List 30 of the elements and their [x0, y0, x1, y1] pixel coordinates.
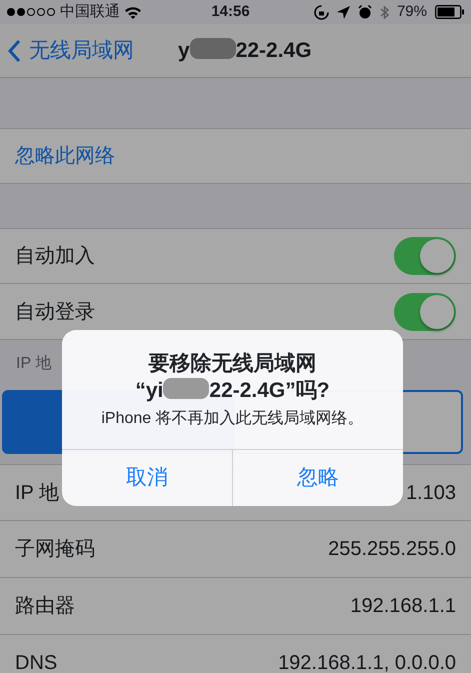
row-value: 192.168.1.1, 0.0.0.0: [278, 651, 456, 673]
status-time: 14:56: [210, 2, 251, 22]
nav-title: y 22-2.4G: [178, 36, 312, 64]
battery-icon: [435, 5, 465, 19]
signal-icon: [6, 7, 56, 17]
carrier-name: 中国联通: [60, 2, 120, 22]
row-label: 子网掩码: [15, 537, 95, 562]
setting-label: 自动登录: [15, 300, 95, 324]
alert-message: iPhone 将不再加入此无线局域网络。: [100, 408, 365, 429]
row-value: 1.103: [406, 480, 456, 506]
toggle-switch[interactable]: [394, 237, 456, 275]
toggle-switch[interactable]: [394, 292, 456, 330]
location-arrow-icon: [336, 6, 350, 18]
alert-button[interactable]: 取消: [62, 450, 232, 506]
alarm-icon: [358, 5, 372, 19]
forget-network-link[interactable]: 忽略此网络: [15, 141, 115, 171]
alert-button[interactable]: 忽略: [232, 450, 403, 506]
back-button[interactable]: 无线局域网: [8, 34, 134, 66]
setting-label: 自动加入: [15, 244, 95, 269]
alert-title: 要移除无线局域网 “yi 22-2.4G”吗?: [134, 351, 331, 404]
section-header: IP 地: [16, 354, 52, 374]
row-label: IP 地: [15, 480, 60, 506]
rotation-lock-icon: [314, 4, 329, 20]
row-value: 255.255.255.0: [328, 537, 456, 562]
row-label: DNS: [15, 651, 58, 673]
row-value: 192.168.1.1: [350, 594, 456, 619]
row-label: 路由器: [15, 594, 75, 619]
back-chevron-icon: [8, 40, 21, 62]
battery-percent: 79%: [396, 2, 427, 22]
wifi-icon: [124, 6, 142, 18]
